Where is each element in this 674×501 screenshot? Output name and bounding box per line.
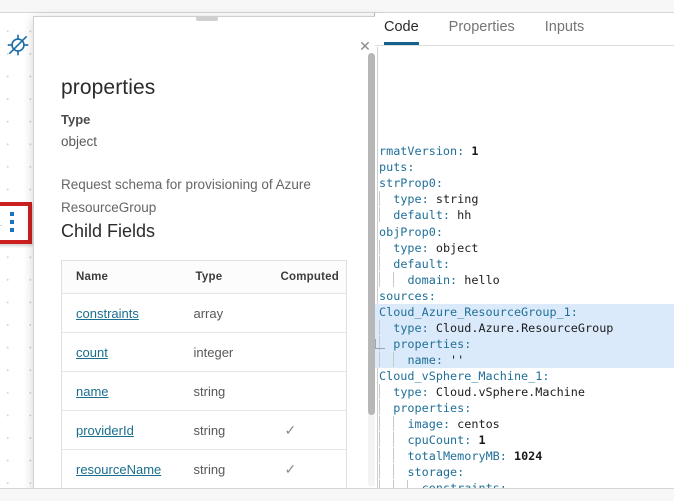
code-line: type: Cloud.vSphere.Machine	[375, 383, 674, 400]
column-header-computed: Computed	[274, 260, 347, 295]
modal-body: properties Type object Request schema fo…	[34, 51, 380, 493]
cell-field-type: integer	[191, 332, 275, 373]
page-title: properties	[61, 76, 156, 99]
cell-field-name: constraints	[61, 293, 192, 334]
code-line: totalMemoryMB: 1024	[375, 448, 674, 464]
cell-field-name: count	[61, 332, 192, 373]
yaml-code-editor[interactable]: rmatVersion: 1 puts: strProp0: type: strin…	[375, 47, 674, 488]
code-line: Cloud_vSphere_Machine_1:	[379, 368, 550, 383]
table-row: name string	[61, 371, 347, 412]
cell-field-computed: ✓	[274, 410, 347, 451]
node-label: ...	[0, 222, 2, 228]
schema-details-modal: ✕ properties Type object Request schema …	[33, 16, 381, 494]
code-line: default:	[375, 255, 674, 272]
code-line: storage:	[375, 464, 674, 480]
modal-drag-handle[interactable]	[196, 17, 218, 21]
cell-field-name: providerId	[61, 410, 192, 451]
ellipsis-dot	[10, 228, 14, 232]
column-header-type: Type	[191, 260, 275, 295]
cell-field-type: string	[191, 449, 275, 490]
tab-code[interactable]: Code	[384, 19, 419, 45]
check-icon: ✓	[284, 421, 297, 438]
column-header-name: Name	[61, 260, 192, 295]
type-label: Type	[61, 112, 91, 127]
table-header: Name Type Computed	[61, 260, 347, 295]
code-panel-tabs: Code Properties Inputs	[375, 13, 674, 46]
code-line: domain: hello	[375, 271, 674, 288]
modal-scrollbar[interactable]	[368, 53, 375, 487]
tab-properties[interactable]: Properties	[449, 19, 515, 46]
tab-inputs[interactable]: Inputs	[545, 19, 585, 46]
table-row: constraints array	[61, 293, 347, 334]
window-top-strip	[0, 0, 674, 13]
table-row: providerId string ✓	[61, 410, 347, 451]
modal-scrollbar-thumb[interactable]	[368, 53, 375, 415]
field-link-resourceName[interactable]: resourceName	[76, 462, 161, 477]
child-fields-heading: Child Fields	[61, 221, 156, 242]
field-link-providerId[interactable]: providerId	[76, 423, 134, 438]
field-link-name[interactable]: name	[76, 384, 109, 399]
field-link-constraints[interactable]: constraints	[76, 306, 139, 321]
code-line: type: string	[375, 191, 674, 207]
window-bottom-strip	[0, 488, 674, 501]
table-row: count integer	[61, 332, 347, 373]
selected-node-highlight[interactable]: ...	[0, 202, 32, 244]
code-line: rmatVersion: 1	[379, 144, 479, 159]
cell-field-type: string	[191, 371, 275, 412]
code-line: cpuCount: 1	[375, 432, 674, 448]
ellipsis-dot	[10, 220, 14, 224]
cell-field-computed	[274, 332, 347, 373]
table-header-row: Name Type Computed	[61, 260, 347, 295]
cell-field-name: resourceName	[61, 449, 192, 490]
code-line: objProp0:	[379, 224, 443, 239]
code-lines: rmatVersion: 1 puts: strProp0: type: strin…	[375, 95, 674, 488]
no-target-crosshair-icon[interactable]	[5, 32, 31, 58]
code-line: image: centos	[375, 416, 674, 432]
vertical-ellipsis-icon[interactable]	[10, 212, 14, 232]
code-line: sources:	[379, 288, 436, 303]
cell-field-computed	[274, 371, 347, 412]
cell-field-computed: ✓	[274, 449, 347, 490]
code-line: properties:	[375, 335, 674, 352]
child-fields-table: Name Type Computed constraints array count…	[61, 260, 347, 493]
code-panel: Code Properties Inputs rmatVersion: 1 put…	[375, 13, 674, 488]
code-line: type: Cloud.Azure.ResourceGroup	[375, 319, 674, 336]
field-description: Request schema for provisioning of Azure…	[61, 177, 311, 216]
cell-field-type: string	[191, 410, 275, 451]
cell-field-name: name	[61, 371, 192, 412]
table-body: constraints array count integer name string pr…	[61, 293, 347, 493]
type-value: object	[61, 134, 98, 149]
code-line: type: object	[375, 239, 674, 256]
code-fold-marker[interactable]	[375, 338, 385, 349]
table-row: resourceName string ✓	[61, 449, 347, 490]
cell-field-type: array	[191, 293, 275, 334]
code-line: properties:	[375, 400, 674, 416]
code-line: Cloud_Azure_ResourceGroup_1:	[375, 303, 674, 320]
code-line: constraints:	[375, 480, 674, 488]
code-line: name: ''	[375, 351, 674, 368]
cell-field-computed	[274, 293, 347, 334]
code-line: strProp0:	[379, 176, 443, 191]
ellipsis-dot	[10, 212, 14, 216]
code-line: default: hh	[375, 207, 674, 223]
check-icon: ✓	[284, 460, 297, 477]
field-link-count[interactable]: count	[76, 345, 108, 360]
code-line: puts:	[379, 160, 415, 175]
